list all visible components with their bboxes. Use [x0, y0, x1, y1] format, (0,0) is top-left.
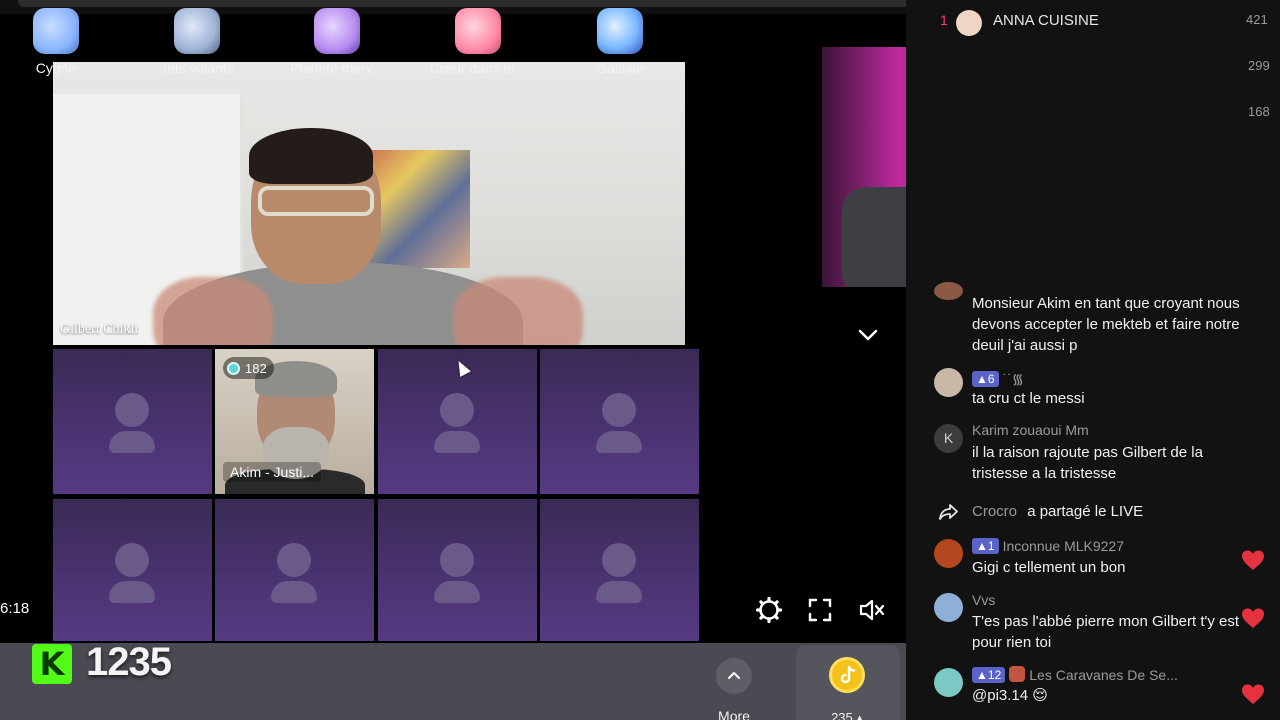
fan-badge-icon — [1009, 666, 1026, 682]
mute-icon[interactable] — [857, 596, 885, 624]
level-badge: ▲12 — [972, 667, 1006, 683]
guest-slot-empty[interactable] — [53, 499, 212, 641]
gift-label: Planète merv... — [290, 60, 384, 76]
planet-gift-icon — [314, 8, 360, 54]
chat-message: Monsieur Akim en tant que croyant nous d… — [934, 282, 1279, 354]
avatar — [934, 668, 963, 697]
ranking-value: 168 — [1248, 104, 1270, 119]
avatar — [934, 539, 963, 568]
guest-slot-empty[interactable] — [540, 499, 699, 641]
chat-message: Vvs T'es pas l'abbé pierre mon Gilbert t… — [934, 591, 1279, 655]
gift-item[interactable]: Galaxie — [570, 0, 670, 77]
viewer-icon — [227, 361, 240, 375]
guest-tile-akim[interactable]: 182 Akim - Justi... — [215, 349, 374, 494]
username-decoration: ˙˙᯾ — [1002, 371, 1024, 387]
gift-item[interactable]: Cœur dans le... — [422, 0, 534, 77]
host-hand-left — [153, 277, 273, 345]
rank-number: 1 — [940, 12, 948, 28]
share-event: Crocro a partagé le LIVE — [934, 499, 1279, 525]
guest-grid: 182 Akim - Justi... — [53, 349, 699, 644]
chat-username[interactable]: Vvs — [972, 592, 995, 608]
kick-logo-icon: K — [32, 644, 72, 684]
guest-slot-empty[interactable] — [53, 349, 212, 494]
heart-icon[interactable] — [1241, 607, 1265, 629]
gift-label: Jets volants — [160, 60, 234, 76]
chat-username[interactable]: Inconnue MLK9227 — [1003, 538, 1124, 554]
coin-balance: 235 ▴ — [831, 710, 863, 720]
heart-icon[interactable] — [1241, 683, 1265, 705]
gift-label: Cygne — [35, 60, 77, 76]
host-glasses — [258, 186, 374, 216]
guest-slot-empty[interactable] — [540, 349, 699, 494]
viewer-count-badge: 182 — [223, 357, 274, 379]
chat-message-text: T'es pas l'abbé pierre mon Gilbert t'y e… — [972, 613, 1240, 651]
ranking-value: 299 — [1248, 58, 1270, 73]
kick-viewer-count: 1235 — [86, 640, 172, 684]
share-icon — [939, 504, 958, 520]
tiktok-coin-icon — [829, 657, 865, 693]
host-name-label: Gilbert Chikli — [60, 322, 139, 337]
chat-panel: 1 ANNA CUISINE 421 299 168 Monsieur Akim… — [906, 0, 1280, 720]
chat-share-line: Crocro a partagé le LIVE — [972, 503, 1143, 520]
jets-gift-icon — [174, 8, 220, 54]
top-gifter-row[interactable]: 1 ANNA CUISINE 421 — [906, 8, 1280, 38]
galaxy-gift-icon — [597, 8, 643, 54]
more-gifts-button[interactable] — [716, 658, 752, 694]
avatar — [934, 593, 963, 622]
avatar — [934, 368, 963, 397]
chat-message: ▲1 Inconnue MLK9227 Gigi c tellement un b… — [934, 537, 1279, 581]
fullscreen-icon[interactable] — [806, 596, 834, 624]
gift-item[interactable]: Planète merv... — [282, 0, 392, 77]
chat-message: ▲12 Les Caravanes De Se... @pi3.14 😌 — [934, 665, 1279, 709]
guest-slot-empty[interactable] — [378, 499, 537, 641]
kick-viewer-overlay: K 1235 — [26, 638, 194, 694]
settings-gear-icon[interactable] — [755, 596, 783, 624]
viewer-count: 182 — [245, 360, 267, 376]
heart-hands-gift-icon — [455, 8, 501, 54]
level-badge: ▲1 — [972, 538, 999, 554]
chat-message: K Karim zouaoui Mm il la raison rajoute … — [934, 422, 1279, 486]
chat-message-header: ▲1 Inconnue MLK9227 — [972, 538, 1124, 554]
avatar — [956, 10, 982, 36]
chat-message: ▲6 ˙˙᯾ ta cru ct le messi — [934, 368, 1279, 412]
chat-message-text: Monsieur Akim en tant que croyant nous d… — [972, 295, 1240, 354]
guest-name-label: Akim - Justi... — [223, 462, 322, 482]
host-hand-right — [453, 277, 583, 345]
chat-message-header: ▲6 ˙˙᯾ — [972, 370, 1024, 389]
music-note-icon — [840, 665, 856, 684]
level-badge: ▲6 — [972, 371, 999, 387]
avatar: K — [934, 424, 963, 453]
chat-username[interactable]: Karim zouaoui Mm — [972, 422, 1089, 438]
chevron-up-icon — [728, 672, 740, 679]
chat-message-text: il la raison rajoute pas Gilbert de la t… — [972, 444, 1203, 482]
gift-item[interactable]: Cygne — [6, 0, 106, 77]
chat-username[interactable]: Crocro — [972, 503, 1017, 520]
share-text: a partagé le LIVE — [1027, 503, 1144, 520]
stream-time: 6:18 — [0, 600, 30, 617]
more-label: More — [718, 708, 750, 720]
chat-message-text: @pi3.14 😌 — [972, 687, 1048, 704]
guest-slot-empty[interactable] — [215, 499, 374, 641]
kick-logo-letter: K — [39, 645, 65, 683]
chevron-down-icon[interactable] — [855, 322, 881, 348]
ranking-value: 421 — [1246, 12, 1268, 27]
avatar — [934, 282, 963, 300]
host-video-tile[interactable]: Gilbert Chikli — [53, 62, 685, 345]
chat-username[interactable]: Les Caravanes De Se... — [1029, 667, 1178, 683]
host-hair — [249, 128, 373, 184]
swan-gift-icon — [33, 8, 79, 54]
gift-label: Galaxie — [596, 60, 644, 76]
gift-label: Cœur dans le... — [429, 60, 527, 76]
top-gifter-name: ANNA CUISINE — [993, 12, 1099, 29]
chat-message-text: Gigi c tellement un bon — [972, 559, 1126, 576]
gift-item[interactable]: Jets volants — [147, 0, 247, 77]
chat-message-text: ta cru ct le messi — [972, 390, 1085, 407]
chat-message-header: ▲12 Les Caravanes De Se... — [972, 666, 1178, 683]
heart-icon[interactable] — [1241, 549, 1265, 571]
